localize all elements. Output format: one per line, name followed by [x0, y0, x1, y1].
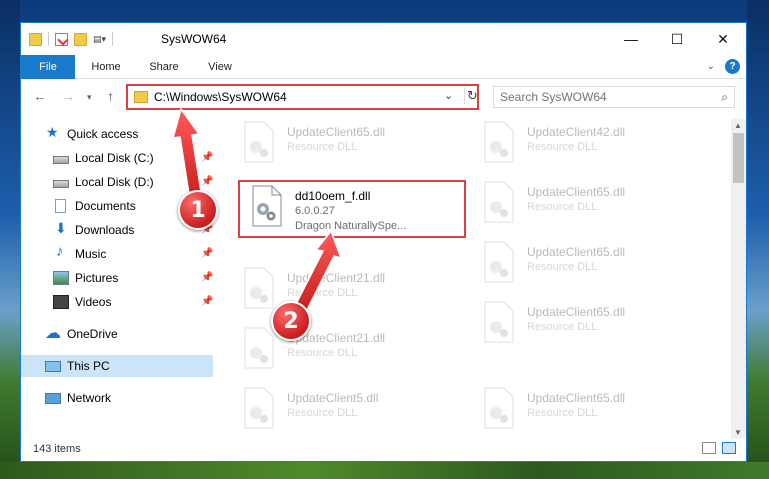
arrow-1-icon — [171, 107, 203, 201]
arrow-2-icon — [294, 229, 343, 314]
callout-badge-2: 2 — [271, 301, 311, 341]
callout-arrows — [171, 107, 343, 314]
callout-badge-1: 1 — [178, 190, 218, 230]
